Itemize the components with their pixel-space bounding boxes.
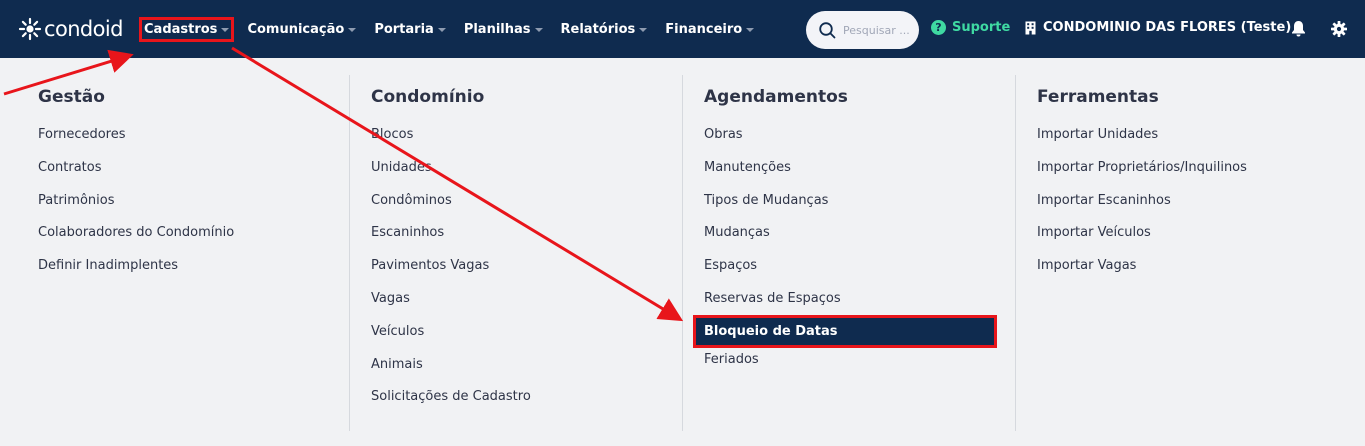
search-input[interactable] bbox=[843, 23, 919, 37]
gear-icon[interactable] bbox=[1331, 21, 1347, 37]
menu-item[interactable]: Contratos bbox=[38, 159, 234, 192]
nav-cadastros[interactable]: Cadastros bbox=[138, 16, 235, 42]
top-navbar: condoid Cadastros Comunicação Portaria P… bbox=[0, 0, 1365, 58]
menu-item[interactable]: Tipos de Mudanças bbox=[704, 192, 994, 225]
menu-column-gestao: Gestão Fornecedores Contratos Patrimônio… bbox=[38, 75, 338, 431]
support-label: Suporte bbox=[952, 20, 1011, 35]
column-title: Condomínio bbox=[371, 87, 485, 107]
brand-logo[interactable]: condoid bbox=[18, 14, 123, 44]
menu-item[interactable]: Espaços bbox=[704, 257, 994, 290]
nav-portaria[interactable]: Portaria bbox=[374, 22, 446, 37]
column-list: Blocos Unidades Condôminos Escaninhos Pa… bbox=[371, 126, 531, 421]
condoid-logo-icon bbox=[18, 17, 42, 41]
caret-down-icon bbox=[221, 27, 230, 32]
condominium-selector[interactable]: CONDOMINIO DAS FLORES (Teste) bbox=[1025, 20, 1291, 35]
caret-down-icon bbox=[437, 27, 446, 32]
menu-item[interactable]: Importar Proprietários/Inquilinos bbox=[1037, 159, 1247, 192]
caret-down-icon bbox=[746, 27, 755, 32]
menu-item[interactable]: Escaninhos bbox=[371, 224, 531, 257]
menu-column-agendamentos: Agendamentos Obras Manutenções Tipos de … bbox=[682, 75, 1002, 431]
nav-relatorios[interactable]: Relatórios bbox=[561, 22, 648, 37]
column-title: Ferramentas bbox=[1037, 87, 1159, 107]
menu-item[interactable]: Colaboradores do Condomínio bbox=[38, 224, 234, 257]
building-icon bbox=[1025, 21, 1036, 34]
menu-item[interactable]: Animais bbox=[371, 356, 531, 389]
caret-down-icon bbox=[534, 27, 543, 32]
menu-item[interactable]: Importar Veículos bbox=[1037, 224, 1247, 257]
menu-item[interactable]: Blocos bbox=[371, 126, 531, 159]
nav-comunicacao[interactable]: Comunicação bbox=[247, 21, 357, 37]
menu-item[interactable]: Veículos bbox=[371, 323, 531, 356]
main-nav: Cadastros Comunicação Portaria Planilhas… bbox=[138, 0, 772, 58]
nav-label: Planilhas bbox=[463, 21, 531, 37]
menu-item[interactable]: Condôminos bbox=[371, 192, 531, 225]
column-list: Fornecedores Contratos Patrimônios Colab… bbox=[38, 126, 234, 290]
menu-item[interactable]: Importar Vagas bbox=[1037, 257, 1247, 290]
column-title: Agendamentos bbox=[704, 87, 848, 107]
menu-item[interactable]: Mudanças bbox=[704, 224, 994, 257]
menu-item[interactable]: Pavimentos Vagas bbox=[371, 257, 531, 290]
nav-financeiro[interactable]: Financeiro bbox=[665, 21, 755, 37]
search-icon bbox=[819, 21, 836, 38]
caret-down-icon bbox=[639, 27, 648, 32]
nav-label: Comunicação bbox=[247, 21, 345, 37]
nav-planilhas[interactable]: Planilhas bbox=[464, 22, 543, 37]
menu-item[interactable]: Importar Unidades bbox=[1037, 126, 1247, 159]
nav-label: Portaria bbox=[374, 21, 434, 37]
menu-item[interactable]: Vagas bbox=[371, 290, 531, 323]
menu-item[interactable]: Importar Escaninhos bbox=[1037, 192, 1247, 225]
menu-item[interactable]: Fornecedores bbox=[38, 126, 234, 159]
question-circle-icon: ? bbox=[931, 20, 946, 35]
nav-label: Relatórios bbox=[560, 21, 636, 37]
support-link[interactable]: ? Suporte bbox=[931, 20, 1010, 35]
menu-item[interactable]: Definir Inadimplentes bbox=[38, 257, 234, 290]
caret-down-icon bbox=[348, 27, 357, 32]
menu-item[interactable]: Unidades bbox=[371, 159, 531, 192]
nav-label: Financeiro bbox=[665, 21, 743, 37]
menu-item-bloqueio-de-datas[interactable]: Bloqueio de Datas bbox=[693, 314, 997, 348]
column-title: Gestão bbox=[38, 87, 105, 107]
column-list: Importar Unidades Importar Proprietários… bbox=[1037, 126, 1247, 290]
menu-item[interactable]: Solicitações de Cadastro bbox=[371, 388, 531, 421]
menu-item[interactable]: Manutenções bbox=[704, 159, 994, 192]
cadastros-mega-menu: Gestão Fornecedores Contratos Patrimônio… bbox=[0, 58, 1365, 446]
menu-item[interactable]: Obras bbox=[704, 126, 994, 159]
search-box[interactable] bbox=[806, 11, 919, 49]
brand-name: condoid bbox=[44, 17, 123, 41]
menu-column-ferramentas: Ferramentas Importar Unidades Importar P… bbox=[1015, 75, 1355, 431]
column-list: Obras Manutenções Tipos de Mudanças Muda… bbox=[693, 126, 997, 384]
condominium-name: CONDOMINIO DAS FLORES (Teste) bbox=[1043, 20, 1292, 35]
menu-item[interactable]: Patrimônios bbox=[38, 192, 234, 225]
menu-item[interactable]: Feriados bbox=[704, 351, 994, 384]
nav-label: Cadastros bbox=[144, 21, 218, 37]
bell-icon[interactable] bbox=[1291, 20, 1306, 37]
menu-column-condominio: Condomínio Blocos Unidades Condôminos Es… bbox=[349, 75, 669, 431]
